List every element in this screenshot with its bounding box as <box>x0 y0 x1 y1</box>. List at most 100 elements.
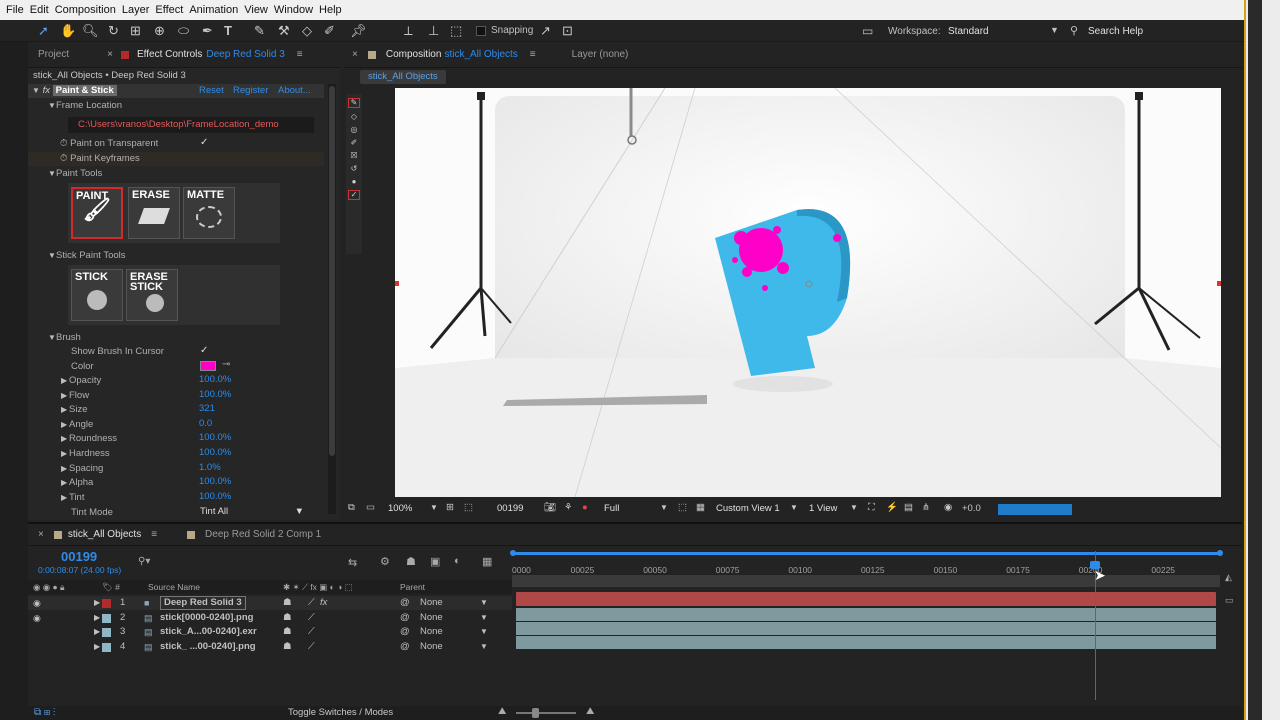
collapse-triangle-icon[interactable]: ▼ <box>48 99 56 113</box>
comp-breadcrumb-tab[interactable]: stick_All Objects <box>360 70 446 84</box>
reset-link[interactable]: Reset <box>199 84 224 98</box>
current-frame-field[interactable]: 00199 <box>497 503 523 514</box>
expand-triangle-icon[interactable]: ▶ <box>61 403 69 417</box>
collapse-triangle-icon[interactable]: ▼ <box>48 167 56 181</box>
hand-tool-icon[interactable]: ✋ <box>60 23 76 39</box>
hide-shy-icon[interactable]: ☗ <box>406 555 416 568</box>
parent-dropdown[interactable]: None <box>420 596 443 610</box>
brush-prop-value[interactable]: 100.0% <box>199 389 231 400</box>
panel-menu-icon[interactable]: ≡ <box>297 49 303 60</box>
always-preview-icon[interactable]: ⧉ <box>348 502 355 513</box>
close-icon[interactable]: × <box>38 529 44 540</box>
tint-mode-dropdown[interactable]: Tint All ▼ <box>200 505 308 519</box>
stopwatch-icon[interactable]: ⏱ <box>60 153 67 164</box>
chevron-down-icon[interactable]: ▼ <box>1050 25 1059 35</box>
expand-triangle-icon[interactable]: ▶ <box>94 625 100 639</box>
matte-button[interactable]: MATTE <box>183 187 235 239</box>
parent-dropdown[interactable]: None <box>420 611 443 625</box>
eye-icon[interactable]: ◉ <box>33 596 41 610</box>
menu-composition[interactable]: Composition <box>55 4 116 16</box>
parent-header[interactable]: Parent <box>400 580 425 594</box>
shape-tool-icon[interactable]: ⬭ <box>178 23 189 39</box>
toggle-pixel-aspect-icon[interactable]: ⛶ <box>868 502 875 513</box>
expand-triangle-icon[interactable]: ▶ <box>61 418 69 432</box>
brush-prop-value[interactable]: 100.0% <box>199 432 231 443</box>
matte-icon[interactable]: ◎ <box>348 125 360 134</box>
eye-icon[interactable] <box>33 640 36 654</box>
layer-row[interactable]: ▶ 4 ▤ stick_ ...00-0240].png ☗ ⟋ @ None ▼ <box>28 640 512 654</box>
paint-button[interactable]: PAINT 🖌︎ <box>71 187 123 239</box>
snapping-checkbox[interactable] <box>476 26 486 36</box>
collapse-triangle-icon[interactable]: ▼ <box>48 249 56 263</box>
brush-prop-value[interactable]: 100.0% <box>199 374 231 385</box>
brush-prop-value[interactable]: 100.0% <box>199 447 231 458</box>
track-bar-1[interactable] <box>516 592 1216 606</box>
composition-viewer[interactable] <box>395 88 1221 497</box>
panel-menu-icon[interactable]: ≡ <box>151 529 157 540</box>
menu-view[interactable]: View <box>244 4 268 16</box>
clone-stamp-tool-icon[interactable]: ⚒ <box>278 23 290 39</box>
chevron-down-icon[interactable]: ▼ <box>480 640 488 654</box>
motion-blur-icon[interactable]: ◐ <box>454 555 461 567</box>
parent-dropdown[interactable]: None <box>420 640 443 654</box>
shy-switch-icon[interactable]: ☗ <box>283 596 292 610</box>
layer-label-color[interactable] <box>102 642 111 652</box>
layer-name[interactable]: stick_ ...00-0240].png <box>160 640 256 654</box>
expand-triangle-icon[interactable]: ▶ <box>94 611 100 625</box>
zoom-out-icon[interactable]: ⛰ <box>498 706 506 717</box>
track-bar-4[interactable] <box>516 636 1216 649</box>
expand-triangle-icon[interactable]: ▶ <box>61 432 69 446</box>
show-snapshot-icon[interactable]: ⚘ <box>564 502 573 513</box>
snap-grid-icon[interactable]: ⊡ <box>562 23 573 39</box>
comp-mini-flowchart-icon[interactable]: ⇆ <box>348 556 357 569</box>
channel-icon[interactable]: ● <box>582 502 588 513</box>
chevron-down-icon[interactable]: ▼ <box>480 596 488 610</box>
pickwhip-icon[interactable]: @ <box>400 596 410 610</box>
menu-file[interactable]: File <box>6 4 24 16</box>
stopwatch-icon[interactable]: ⏱ <box>60 138 67 149</box>
track-bar-3[interactable] <box>516 622 1216 635</box>
rotate-tool-icon[interactable]: ↻ <box>108 23 119 39</box>
brush-prop-value[interactable]: 321 <box>199 403 215 414</box>
zoom-slider-handle[interactable] <box>532 708 539 718</box>
quality-switch-icon[interactable]: ⟋ <box>308 640 315 654</box>
menu-help[interactable]: Help <box>319 4 342 16</box>
timeline-icon[interactable]: ▤ <box>904 502 913 513</box>
close-icon[interactable]: × <box>107 49 113 60</box>
eye-icon[interactable] <box>33 625 36 639</box>
expand-triangle-icon[interactable]: ▶ <box>94 596 100 610</box>
work-area-bar[interactable] <box>512 552 1220 555</box>
exposure-reset-icon[interactable]: ◉ <box>944 502 952 513</box>
roi-icon[interactable]: ⬚ <box>678 502 687 513</box>
menu-window[interactable]: Window <box>274 4 313 16</box>
show-brush-checkbox[interactable]: ✓ <box>200 345 208 356</box>
pickwhip-icon[interactable]: @ <box>400 611 410 625</box>
pickwhip-icon[interactable]: @ <box>400 640 410 654</box>
pickwhip-icon[interactable]: @ <box>400 625 410 639</box>
stick-icon[interactable]: ✐ <box>348 138 360 147</box>
shy-switch-icon[interactable]: ☗ <box>283 611 292 625</box>
tab-timeline-other[interactable]: Deep Red Solid 2 Comp 1 <box>205 529 321 540</box>
brush-prop-value[interactable]: 0.0 <box>199 418 212 429</box>
puppet-pin-tool-icon[interactable]: 📌︎ <box>350 23 367 39</box>
expand-triangle-icon[interactable]: ▶ <box>61 476 69 490</box>
collapse-triangle-icon[interactable]: ▼ <box>32 84 40 98</box>
tab-comp-name[interactable]: stick_All Objects <box>444 49 517 60</box>
layer-label-color[interactable] <box>102 628 111 638</box>
eye-icon[interactable]: ◉ <box>33 611 41 625</box>
panel-menu-icon[interactable]: ≡ <box>530 49 536 60</box>
expand-triangle-icon[interactable]: ▶ <box>61 491 69 505</box>
active-brush-icon[interactable]: ✓ <box>348 190 360 200</box>
current-frame-display[interactable]: 00199 <box>61 549 97 564</box>
menu-effect[interactable]: Effect <box>155 4 183 16</box>
expand-triangle-icon[interactable]: ▶ <box>61 462 69 476</box>
clear-icon[interactable]: ☒ <box>348 151 360 160</box>
menu-edit[interactable]: Edit <box>30 4 49 16</box>
comp-button-icon[interactable]: ◭ <box>1225 572 1237 583</box>
snapshot-icon[interactable]: 📷︎ <box>544 502 556 513</box>
zoom-in-icon[interactable]: ⛰ <box>586 706 594 717</box>
chevron-down-icon[interactable]: ▼ <box>790 503 798 512</box>
chevron-down-icon[interactable]: ▼ <box>480 611 488 625</box>
source-name-header[interactable]: Source Name <box>148 580 200 594</box>
menu-layer[interactable]: Layer <box>122 4 150 16</box>
